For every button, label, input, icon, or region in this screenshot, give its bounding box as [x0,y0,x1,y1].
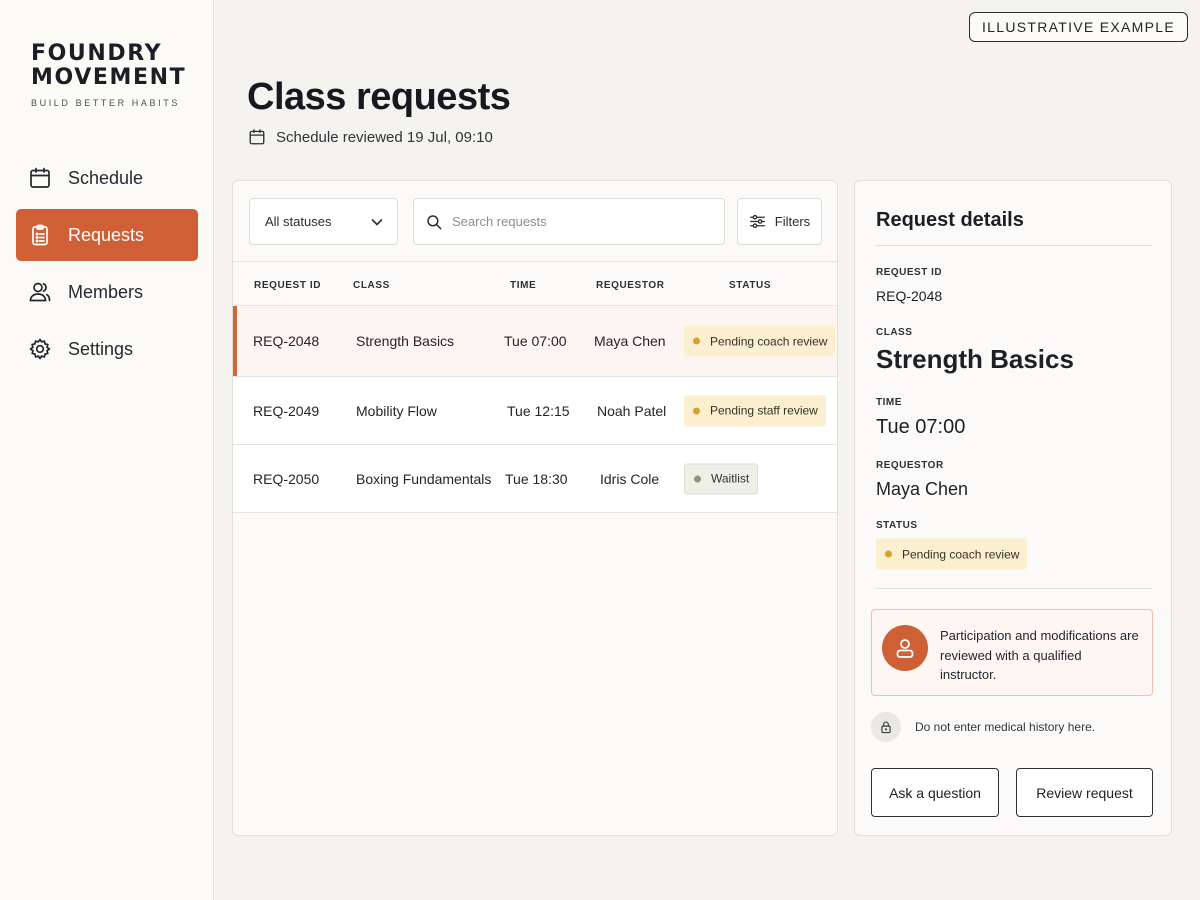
search-icon [425,213,443,231]
cell-request-id: REQ-2049 [253,402,320,419]
sidebar: FOUNDRY MOVEMENT BUILD BETTER HABITS Sch… [0,0,214,900]
table-row[interactable]: REQ-2050 Boxing Fundamentals Tue 18:30 I… [233,445,837,513]
privacy-note-text: Do not enter medical history here. [915,720,1096,734]
sidebar-item-members[interactable]: Members [16,266,198,318]
sliders-icon [749,213,766,230]
detail-request-id: REQ-2048 [876,288,943,304]
divider [876,588,1152,589]
details-title: Request details [876,209,1024,231]
brand-name-line1: FOUNDRY [31,41,163,66]
search-box [413,198,725,245]
status-dot [885,550,892,558]
requests-panel: All statuses Filters REQUEST ID CLASS [232,180,838,836]
request-details-panel: Request details REQUEST ID REQ-2048 CLAS… [854,180,1172,836]
status-select[interactable]: All statuses [249,198,398,245]
cell-requestor: Maya Chen [594,333,666,349]
chevron-down-icon [369,214,385,230]
sidebar-item-label: Settings [68,338,134,359]
sidebar-item-label: Members [68,281,144,302]
users-icon [28,280,52,304]
lock-icon [871,712,901,742]
detail-label-class: CLASS [876,327,913,338]
cell-time: Tue 18:30 [505,470,568,487]
status-badge: Pending staff review [684,395,826,426]
review-request-button[interactable]: Review request [1016,768,1153,817]
page-title: Class requests [247,76,511,118]
status-dot [693,407,700,414]
status-badge: Waitlist [684,463,759,494]
schedule-reviewed-line: Schedule reviewed 19 Jul, 09:10 [248,128,493,146]
gear-icon [28,337,52,361]
detail-label-status: STATUS [876,520,918,531]
detail-label-time: TIME [876,397,902,408]
detail-label-requestor: REQUESTOR [876,460,944,471]
column-header-class[interactable]: CLASS [353,280,390,291]
table-row[interactable]: REQ-2048 Strength Basics Tue 07:00 Maya … [233,305,837,377]
cell-time: Tue 07:00 [504,333,567,349]
schedule-reviewed-text: Schedule reviewed 19 Jul, 09:10 [276,128,493,146]
requests-toolbar: All statuses Filters [249,198,822,245]
filters-button[interactable]: Filters [737,198,822,245]
cell-class: Strength Basics [356,333,455,349]
status-dot [693,337,700,345]
app: FOUNDRY MOVEMENT BUILD BETTER HABITS Sch… [0,0,1200,900]
instructor-review-notice: Participation and modifications are revi… [871,609,1153,696]
cell-class: Boxing Fundamentals [356,470,492,487]
sidebar-item-requests[interactable]: Requests [16,209,198,261]
cell-request-id: REQ-2050 [253,470,320,487]
brand-tagline: BUILD BETTER HABITS [31,98,180,108]
cell-requestor: Idris Cole [600,470,660,487]
detail-time: Tue 07:00 [876,416,966,438]
divider [876,245,1152,246]
brand-name-line2: MOVEMENT [31,65,187,90]
sidebar-nav: Schedule Requests Members Settings [16,152,198,380]
status-badge-label: Pending coach review [902,547,1020,561]
sidebar-item-label: Requests [68,224,145,245]
cell-request-id: REQ-2048 [253,333,320,349]
privacy-note: Do not enter medical history here. [871,712,1095,742]
table-header: REQUEST ID CLASS TIME REQUESTOR STATUS [233,261,837,305]
column-header-request-id[interactable]: REQUEST ID [254,280,321,291]
clipboard-icon [28,223,52,247]
status-badge: Pending coach review [684,325,836,357]
illustrative-example-badge: ILLUSTRATIVE EXAMPLE [968,12,1188,42]
sidebar-item-label: Schedule [68,167,144,188]
cell-requestor: Noah Patel [597,402,667,419]
request-rows: REQ-2048 Strength Basics Tue 07:00 Maya … [233,305,837,513]
status-dot [694,475,701,482]
status-badge-label: Waitlist [711,471,750,486]
detail-class: Strength Basics [876,344,1074,374]
calendar-icon [248,128,266,146]
cell-class: Mobility Flow [356,402,437,419]
cell-time: Tue 12:15 [507,402,570,419]
detail-requestor: Maya Chen [876,479,969,499]
column-header-time[interactable]: TIME [510,280,536,291]
brand-logo: FOUNDRY MOVEMENT BUILD BETTER HABITS [31,41,187,109]
status-select-value: All statuses [265,214,332,229]
sidebar-item-settings[interactable]: Settings [16,323,198,375]
ask-question-button[interactable]: Ask a question [871,768,999,817]
calendar-icon [28,166,52,190]
filters-label: Filters [774,214,811,229]
detail-label-request-id: REQUEST ID [876,267,943,278]
column-header-status[interactable]: STATUS [729,280,771,291]
sidebar-item-schedule[interactable]: Schedule [16,152,198,204]
detail-status-badge: Pending coach review [876,538,1028,570]
instructor-icon [882,625,928,671]
table-row[interactable]: REQ-2049 Mobility Flow Tue 12:15 Noah Pa… [233,377,837,445]
search-input[interactable] [452,214,712,229]
status-badge-label: Pending coach review [710,334,828,348]
column-header-requestor[interactable]: REQUESTOR [596,280,665,291]
status-badge-label: Pending staff review [710,403,818,418]
notice-text: Participation and modifications are revi… [940,628,1139,682]
